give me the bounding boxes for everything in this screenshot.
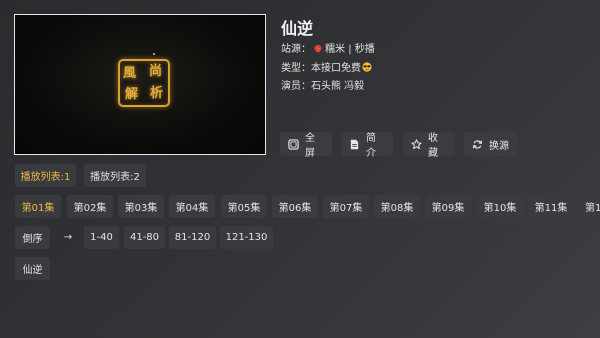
cast-label: 演员： (281, 81, 311, 92)
favorite-label: 收藏 (428, 133, 438, 159)
intro-button[interactable]: 简介 (341, 132, 393, 159)
source-line: 站源： 糯米 | 秒播 (281, 40, 375, 55)
type-value: 本接口免费 (311, 63, 361, 74)
logo-char: 尚 (149, 64, 163, 79)
range-item[interactable]: 121-130 (220, 226, 273, 249)
type-label: 类型： (281, 63, 311, 74)
episode-item[interactable]: 第03集 (118, 195, 164, 218)
source-separator: | (348, 44, 352, 55)
switch-source-label: 换源 (489, 140, 509, 152)
episode-item[interactable]: 第11集 (528, 195, 574, 218)
refresh-icon (472, 139, 483, 149)
episode-item[interactable]: 第06集 (272, 195, 318, 218)
source-label: 站源： (281, 44, 311, 55)
source-value-b: 秒播 (354, 44, 375, 55)
tab-playlist-1[interactable]: 播放列表:1 (15, 164, 76, 187)
video-title: 仙逆 (281, 19, 314, 38)
channel-logo: 風 尚 解 析 (118, 59, 170, 107)
star-icon (411, 138, 422, 149)
episode-item[interactable]: 第05集 (221, 195, 267, 218)
reverse-order-button[interactable]: 倒序 (15, 226, 50, 249)
cast-line: 演员：石头熊 冯毅 (281, 77, 364, 92)
logo-char: 風 (123, 66, 137, 81)
range-item[interactable]: 81-120 (169, 226, 216, 249)
episode-item[interactable]: 第09集 (425, 195, 471, 218)
episode-item[interactable]: 第08集 (374, 195, 420, 218)
episode-item[interactable]: 第01集 (15, 195, 61, 218)
video-player[interactable]: 風 尚 解 析 (14, 14, 266, 155)
type-line: 类型：本接口免费 (281, 59, 372, 74)
fullscreen-label: 全屏 (305, 133, 315, 159)
logo-char: 析 (150, 86, 164, 101)
cast-value: 石头熊 冯毅 (311, 81, 365, 92)
episode-item[interactable]: 第12集 (581, 195, 600, 218)
document-icon (350, 139, 359, 149)
logo-sparkle (153, 53, 155, 55)
related-item[interactable]: 仙逆 (15, 257, 50, 280)
episode-item[interactable]: 第04集 (169, 195, 215, 218)
strawberry-icon (314, 44, 322, 53)
sunglasses-emoji-icon (362, 62, 372, 72)
intro-label: 简介 (366, 133, 376, 159)
fullscreen-icon (288, 138, 299, 150)
episode-item[interactable]: 第02集 (67, 195, 113, 218)
range-item[interactable]: 41-80 (124, 226, 165, 249)
tab-playlist-2[interactable]: 播放列表:2 (84, 164, 146, 187)
episode-item[interactable]: 第07集 (323, 195, 369, 218)
range-arrow: → (63, 232, 73, 243)
source-value-a: 糯米 (325, 44, 345, 55)
episode-item[interactable]: 第10集 (477, 195, 523, 218)
fullscreen-button[interactable]: 全屏 (280, 132, 332, 159)
range-item[interactable]: 1-40 (84, 226, 119, 249)
logo-char: 解 (125, 87, 139, 102)
switch-source-button[interactable]: 换源 (464, 132, 517, 156)
favorite-button[interactable]: 收藏 (403, 132, 455, 159)
